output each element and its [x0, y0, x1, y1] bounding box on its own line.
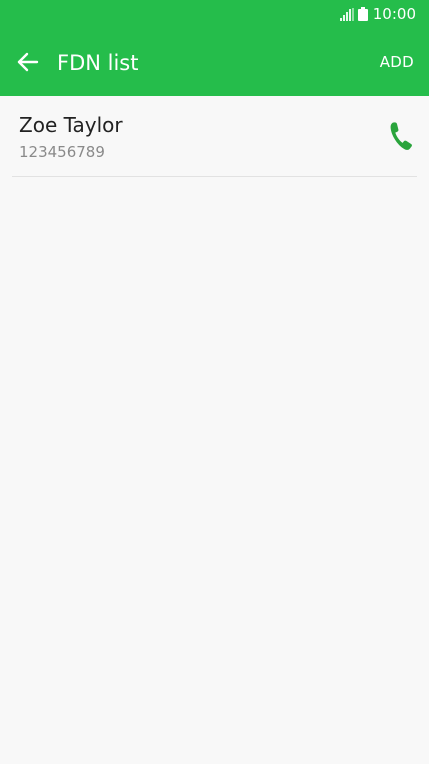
call-button[interactable]	[387, 120, 415, 152]
contact-number: 123456789	[19, 143, 105, 161]
phone-icon	[390, 122, 412, 150]
list-item[interactable]: Zoe Taylor 123456789	[0, 96, 429, 177]
app-bar: FDN list ADD	[0, 28, 429, 96]
page-title: FDN list	[57, 51, 139, 75]
fdn-contact-list: Zoe Taylor 123456789	[0, 96, 429, 177]
add-button[interactable]: ADD	[380, 50, 414, 74]
arrow-left-icon	[17, 52, 39, 72]
status-bar: 10:00	[0, 0, 429, 28]
divider	[12, 176, 417, 177]
status-time: 10:00	[372, 5, 416, 23]
status-indicators: 10:00	[339, 5, 416, 23]
battery-icon	[357, 7, 368, 21]
contact-name: Zoe Taylor	[19, 113, 123, 137]
signal-icon	[339, 7, 354, 21]
back-button[interactable]	[14, 48, 42, 76]
